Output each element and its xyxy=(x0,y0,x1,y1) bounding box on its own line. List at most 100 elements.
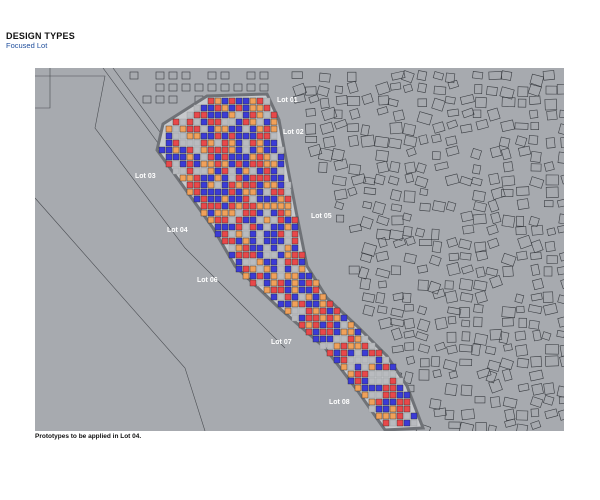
context-building xyxy=(528,369,544,382)
context-building xyxy=(498,136,511,148)
context-building xyxy=(490,186,506,200)
prototype-unit xyxy=(228,216,236,224)
prototype-unit xyxy=(235,153,243,161)
prototype-unit xyxy=(263,279,271,287)
prototype-unit xyxy=(235,244,243,252)
prototype-unit xyxy=(186,167,194,175)
prototype-unit xyxy=(214,160,222,168)
prototype-unit xyxy=(263,237,271,245)
prototype-unit xyxy=(340,349,348,357)
prototype-unit xyxy=(326,314,334,322)
prototype-unit xyxy=(333,335,341,343)
prototype-unit xyxy=(291,286,299,294)
prototype-unit xyxy=(221,223,229,231)
prototype-unit xyxy=(186,139,194,147)
prototype-unit xyxy=(256,111,264,119)
context-building xyxy=(405,235,416,246)
context-building xyxy=(403,190,416,203)
context-building xyxy=(472,109,482,118)
prototype-unit xyxy=(277,293,285,301)
prototype-unit xyxy=(207,209,215,217)
prototype-unit xyxy=(249,160,257,168)
context-building xyxy=(322,135,336,149)
prototype-unit xyxy=(256,188,264,196)
prototype-unit xyxy=(179,125,187,133)
context-building xyxy=(557,294,564,306)
context-building xyxy=(434,341,446,352)
context-building xyxy=(446,344,458,355)
context-building xyxy=(390,307,405,318)
prototype-unit xyxy=(277,223,285,231)
lot-label: Lot 05 xyxy=(311,213,332,220)
prototype-unit xyxy=(207,181,215,189)
context-building xyxy=(402,212,412,222)
prototype-unit xyxy=(270,167,278,175)
context-building xyxy=(473,279,488,292)
prototype-unit xyxy=(263,223,271,231)
prototype-unit xyxy=(228,125,236,133)
prototype-unit xyxy=(249,265,257,273)
prototype-unit xyxy=(249,230,257,238)
context-building xyxy=(527,304,543,314)
prototype-unit xyxy=(277,146,285,154)
context-building xyxy=(556,265,564,276)
prototype-unit xyxy=(256,272,264,280)
context-building xyxy=(486,107,501,122)
prototype-unit xyxy=(165,146,173,154)
prototype-unit xyxy=(375,398,383,406)
prototype-unit xyxy=(214,209,222,217)
context-building xyxy=(474,84,483,95)
prototype-unit xyxy=(221,97,229,105)
context-building xyxy=(194,83,204,92)
prototype-unit xyxy=(256,195,264,203)
context-building xyxy=(486,224,499,236)
context-building xyxy=(517,234,533,250)
prototype-unit xyxy=(249,139,257,147)
prototype-unit xyxy=(242,111,250,119)
context-building xyxy=(473,303,484,314)
context-building xyxy=(416,318,431,333)
context-building xyxy=(389,189,402,202)
prototype-unit xyxy=(193,174,201,182)
context-building xyxy=(444,290,459,304)
context-building xyxy=(516,305,525,314)
prototype-unit xyxy=(270,125,278,133)
prototype-unit xyxy=(340,335,348,343)
context-building xyxy=(362,200,373,210)
prototype-unit xyxy=(312,293,320,301)
context-building xyxy=(434,316,448,331)
context-building xyxy=(558,396,564,405)
context-building xyxy=(530,163,542,172)
prototype-unit xyxy=(235,111,243,119)
prototype-unit xyxy=(277,251,285,259)
prototype-unit xyxy=(200,202,208,210)
context-building xyxy=(530,292,543,302)
prototype-units xyxy=(158,97,418,427)
context-building xyxy=(417,279,429,291)
context-building xyxy=(142,95,152,104)
context-building xyxy=(429,254,442,267)
context-building xyxy=(460,384,473,397)
prototype-unit xyxy=(382,391,390,399)
prototype-unit xyxy=(221,160,229,168)
prototype-unit xyxy=(312,321,320,329)
context-building xyxy=(181,71,191,80)
context-building xyxy=(414,175,429,189)
context-building xyxy=(155,71,165,80)
prototype-unit xyxy=(200,209,208,217)
prototype-unit xyxy=(228,153,236,161)
prototype-unit xyxy=(361,349,369,357)
context-building xyxy=(259,71,269,80)
prototype-unit xyxy=(333,321,341,329)
prototype-unit xyxy=(214,230,222,238)
prototype-unit xyxy=(221,146,229,154)
prototype-unit xyxy=(165,125,173,133)
context-building xyxy=(517,86,529,97)
prototype-unit xyxy=(200,195,208,203)
prototype-unit xyxy=(207,216,215,224)
prototype-unit xyxy=(284,195,292,203)
context-building xyxy=(462,224,475,235)
context-building xyxy=(359,216,374,230)
context-building xyxy=(402,123,417,137)
prototype-unit xyxy=(221,195,229,203)
